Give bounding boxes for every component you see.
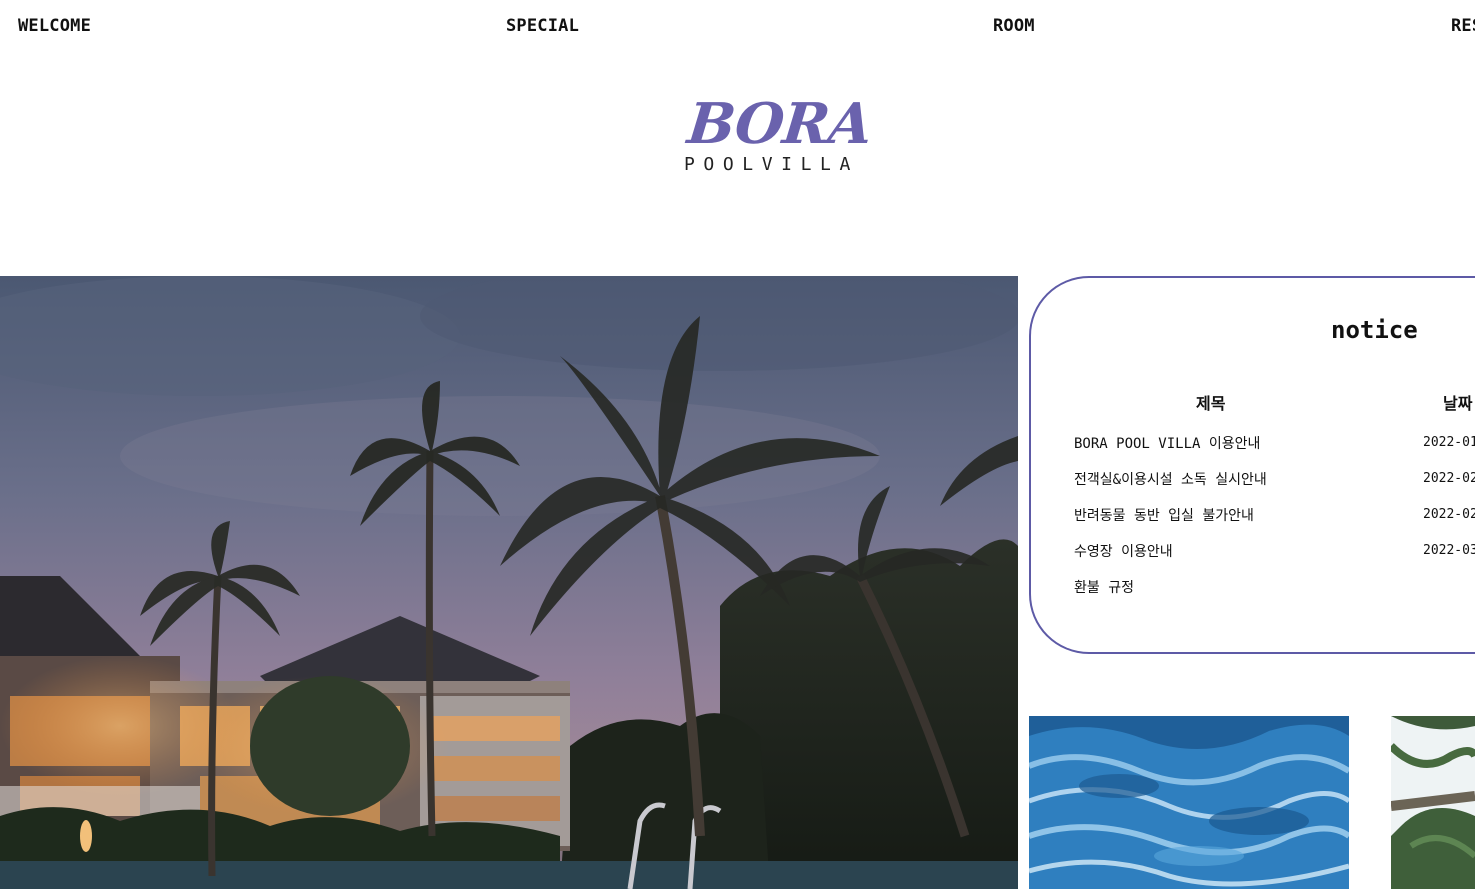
palm-tree-photo-icon [1391,716,1475,889]
nav-reservation[interactable]: RESERVATION [1451,16,1475,36]
pool-water-photo-icon [1029,716,1349,889]
notice-date: 2022-02- [1423,507,1475,522]
notice-column-subject: 제목 [1196,394,1226,413]
thumbnail-pool[interactable] [1029,716,1349,889]
notice-subject[interactable]: 수영장 이용안내 [1074,541,1173,561]
nav-room[interactable]: ROOM [993,16,1035,36]
nav-special[interactable]: SPECIAL [506,16,579,36]
notice-subject[interactable]: 전객실&이용시설 소독 실시안내 [1074,469,1267,489]
nav-welcome[interactable]: WELCOME [18,16,91,36]
notice-row[interactable]: BORA POOL VILLA 이용안내 2022-01- [1031,433,1475,463]
notice-column-date: 날짜 [1443,394,1473,413]
logo-subtitle: POOLVILLA [684,154,859,175]
notice-subject[interactable]: 환불 규정 [1074,577,1134,597]
notice-panel: notice 제목 날짜 BORA POOL VILLA 이용안내 2022-0… [1029,276,1475,654]
resort-palm-photo-icon [0,276,1018,889]
thumbnail-palm[interactable] [1391,716,1475,889]
page: WELCOME SPECIAL ROOM RESERVATION BORA PO… [0,0,1475,889]
notice-row[interactable]: 전객실&이용시설 소독 실시안내 2022-02- [1031,469,1475,499]
notice-subject[interactable]: BORA POOL VILLA 이용안내 [1074,433,1260,453]
notice-date: 2022-03- [1423,543,1475,558]
notice-date: 2022-01- [1423,435,1475,450]
notice-title: notice [1331,316,1418,344]
notice-row[interactable]: 수영장 이용안내 2022-03- [1031,541,1475,571]
notice-subject[interactable]: 반려동물 동반 입실 불가안내 [1074,505,1254,525]
notice-date: 2022-02- [1423,471,1475,486]
notice-row[interactable]: 반려동물 동반 입실 불가안내 2022-02- [1031,505,1475,535]
logo[interactable]: BORA POOLVILLA [680,91,875,182]
hero-image [0,276,1018,889]
logo-title: BORA [684,91,875,157]
notice-row[interactable]: 환불 규정 [1031,577,1475,607]
